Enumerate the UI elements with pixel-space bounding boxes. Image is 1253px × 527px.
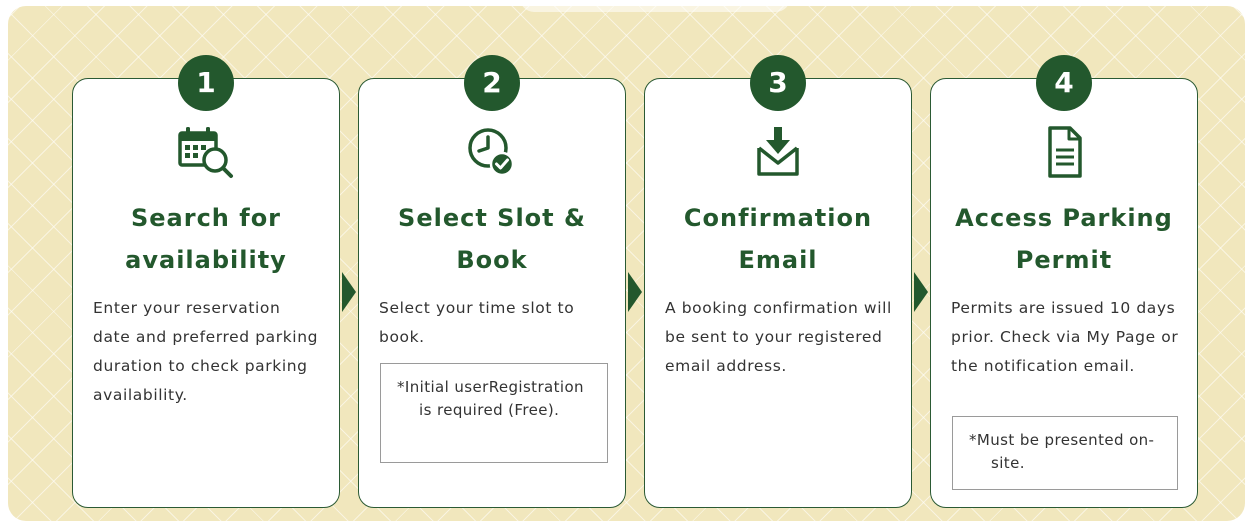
step-description: A booking confirmation will be sent to y… xyxy=(665,299,892,375)
next-step-arrow xyxy=(342,272,356,312)
step-description: Enter your reservation date and preferre… xyxy=(93,299,319,404)
step-card-4: 4 Access Parking Permit Permits are issu… xyxy=(930,55,1198,508)
step-number-badge: 4 xyxy=(1036,55,1092,111)
next-step-arrow xyxy=(628,272,642,312)
next-step-arrow xyxy=(914,272,928,312)
step-description: Select your time slot to book. xyxy=(379,299,575,346)
registration-note: *Initial userRegistration is required (F… xyxy=(380,363,608,463)
presentation-note: *Must be presented on-site. xyxy=(952,416,1178,490)
step-number-badge: 2 xyxy=(464,55,520,111)
panel-top-tab xyxy=(520,6,790,12)
step-number-badge: 1 xyxy=(178,55,234,111)
clock-check-icon xyxy=(460,124,524,184)
step-card-2: 2 Select Slot & Book Select your time sl… xyxy=(358,55,626,508)
step-title: Access Parking Permit xyxy=(955,204,1173,274)
step-number-badge: 3 xyxy=(750,55,806,111)
step-title: Select Slot & Book xyxy=(398,204,586,274)
step-title: Search for availability xyxy=(125,204,287,274)
document-icon xyxy=(1032,124,1096,184)
step-description: Permits are issued 10 days prior. Check … xyxy=(951,299,1179,375)
step-card-3: 3 Confirmation Email A booking confirmat… xyxy=(644,55,912,508)
mail-download-icon xyxy=(746,124,810,184)
step-title: Confirmation Email xyxy=(683,204,873,274)
step-card-1: 1 Search for availability Enter your res… xyxy=(72,55,340,508)
steps-panel: 1 Search for availability Enter your res… xyxy=(8,6,1245,521)
calendar-search-icon xyxy=(174,124,238,184)
